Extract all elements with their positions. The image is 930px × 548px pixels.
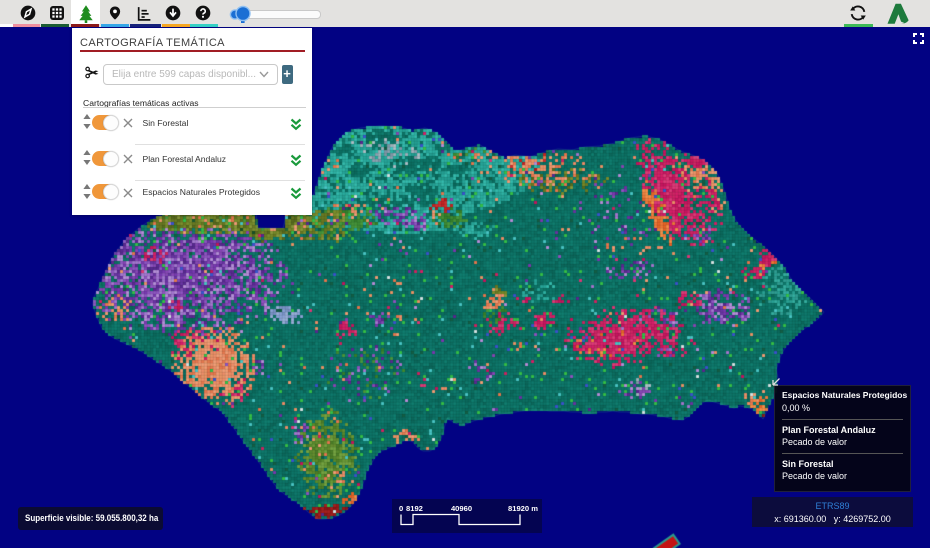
svg-text:0: 0 (399, 504, 403, 513)
svg-text:81920 m: 81920 m (508, 504, 538, 513)
svg-text:40960: 40960 (451, 504, 472, 513)
svg-text:8192: 8192 (406, 504, 423, 513)
